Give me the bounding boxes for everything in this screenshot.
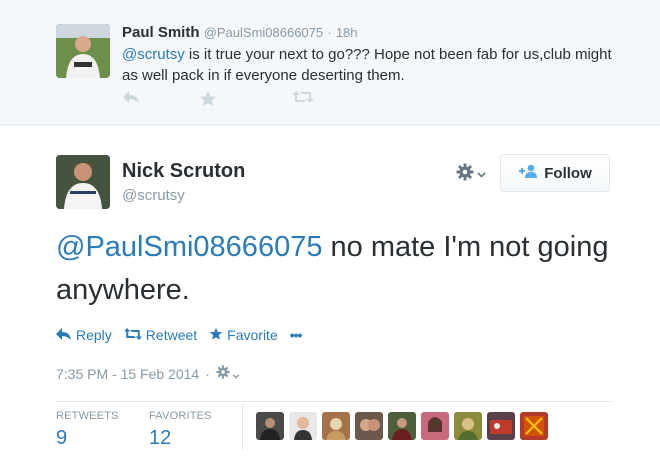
chevron-down-icon — [232, 366, 240, 382]
tweet-timestamp-row: 7:35 PM - 15 Feb 2014 · — [56, 365, 240, 382]
avatar[interactable] — [520, 412, 548, 440]
nick-scruton-avatar-image — [56, 155, 110, 209]
avatar[interactable] — [388, 412, 416, 440]
divider — [56, 401, 612, 402]
separator: · — [327, 25, 332, 40]
author-handle[interactable]: @PaulSmi08666075 — [204, 25, 323, 40]
reply-icon — [56, 327, 72, 343]
retweet-icon[interactable] — [292, 90, 314, 110]
favorites-label: FAVORITES — [149, 410, 212, 422]
reply-icon[interactable] — [122, 90, 142, 110]
tweet-options-menu[interactable] — [216, 365, 240, 382]
author-name[interactable]: Paul Smith — [122, 24, 200, 41]
mention-link[interactable]: @scrutsy — [122, 46, 185, 63]
tweet-timestamp[interactable]: 7:35 PM - 15 Feb 2014 — [56, 366, 199, 382]
follow-button[interactable]: Follow — [500, 154, 610, 192]
tweet-actions: Reply Retweet Favorite ••• — [56, 325, 313, 345]
gear-icon — [456, 163, 474, 186]
retweet-label: Retweet — [145, 327, 198, 343]
avatar[interactable] — [487, 412, 515, 440]
avatar[interactable] — [454, 412, 482, 440]
context-tweet-text: @scrutsy is it true your next to go??? H… — [122, 44, 622, 86]
favorite-icon[interactable] — [199, 90, 219, 110]
favorite-icon — [209, 327, 223, 344]
retweets-count: 9 — [56, 427, 68, 449]
chevron-down-icon — [477, 165, 486, 183]
reply-label: Reply — [76, 327, 112, 343]
retweets-label: RETWEETS — [56, 410, 119, 422]
stats-divider — [242, 404, 243, 450]
retweet-button[interactable]: Retweet — [123, 327, 198, 343]
mention-link[interactable]: @PaulSmi08666075 — [56, 231, 322, 263]
author-handle[interactable]: @scrutsy — [122, 187, 185, 204]
favorite-button[interactable]: Favorite — [209, 327, 278, 344]
avatar[interactable] — [355, 412, 383, 440]
favorites-count: 12 — [149, 427, 172, 449]
avatar[interactable] — [56, 155, 110, 209]
paul-smith-avatar-image — [56, 24, 110, 78]
avatar[interactable] — [421, 412, 449, 440]
favorite-label: Favorite — [227, 327, 278, 343]
reply-button[interactable]: Reply — [56, 327, 112, 343]
follow-label: Follow — [544, 164, 592, 182]
separator: · — [205, 365, 210, 382]
retweet-icon — [123, 327, 142, 343]
add-user-icon — [518, 164, 538, 182]
favoriter-avatars — [256, 412, 548, 440]
avatar[interactable] — [256, 412, 284, 440]
more-options-button[interactable]: ••• — [290, 327, 303, 343]
tweet-time[interactable]: 18h — [336, 25, 358, 40]
author-name[interactable]: Nick Scruton — [122, 160, 245, 183]
avatar[interactable] — [322, 412, 350, 440]
avatar[interactable] — [56, 24, 110, 78]
tweet-text: is it true your next to go??? Hope not b… — [122, 46, 612, 84]
user-actions-menu[interactable] — [456, 163, 494, 185]
gear-icon — [216, 365, 230, 382]
tweet-text: @PaulSmi08666075 no mate I'm not going a… — [56, 226, 626, 312]
avatar[interactable] — [289, 412, 317, 440]
context-tweet-header: Paul Smith @PaulSmi08666075 · 18h — [122, 24, 358, 41]
reply-context-tweet[interactable]: Paul Smith @PaulSmi08666075 · 18h @scrut… — [0, 0, 660, 125]
